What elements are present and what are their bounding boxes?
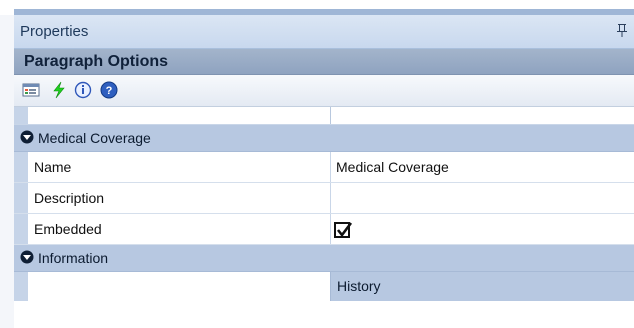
help-icon[interactable]: ? bbox=[100, 81, 118, 99]
properties-toolbar: ? bbox=[14, 75, 634, 107]
property-row-description[interactable]: Description bbox=[14, 183, 634, 214]
property-grid: Medical Coverage Name Medical Coverage D… bbox=[14, 107, 634, 301]
category-label: Information bbox=[38, 250, 109, 266]
pin-icon[interactable] bbox=[616, 23, 628, 40]
property-name: Description bbox=[34, 190, 105, 206]
top-strip bbox=[0, 0, 634, 15]
column-divider[interactable] bbox=[330, 107, 331, 124]
object-header: Paragraph Options bbox=[14, 49, 634, 75]
property-name: Name bbox=[34, 159, 72, 175]
property-value[interactable]: Medical Coverage bbox=[336, 159, 449, 175]
history-subcategory[interactable]: History bbox=[330, 272, 634, 301]
category-medical-coverage[interactable]: Medical Coverage bbox=[14, 125, 634, 152]
properties-icon[interactable] bbox=[22, 81, 40, 99]
object-title: Paragraph Options bbox=[24, 53, 169, 70]
property-row-embedded[interactable]: Embedded bbox=[14, 214, 634, 245]
column-divider[interactable] bbox=[330, 183, 331, 213]
history-label: History bbox=[337, 278, 381, 294]
property-row-history[interactable]: History bbox=[14, 272, 634, 301]
row-margin bbox=[14, 183, 28, 213]
properties-panel: Properties Paragraph Options ? Medical C… bbox=[14, 15, 634, 328]
property-row-name[interactable]: Name Medical Coverage bbox=[14, 152, 634, 183]
row-margin bbox=[14, 214, 28, 244]
collapse-triangle-icon[interactable] bbox=[20, 130, 34, 144]
category-label: Medical Coverage bbox=[38, 130, 151, 146]
events-lightning-icon[interactable] bbox=[50, 81, 68, 99]
panel-title: Properties bbox=[20, 23, 89, 40]
category-information[interactable]: Information bbox=[14, 245, 634, 272]
row-margin bbox=[14, 272, 28, 301]
embedded-checkbox[interactable] bbox=[334, 222, 353, 238]
grid-spacer-row bbox=[14, 107, 634, 125]
left-gutter bbox=[0, 15, 14, 328]
panel-titlebar: Properties bbox=[14, 15, 634, 49]
column-divider[interactable] bbox=[330, 152, 331, 182]
row-margin bbox=[14, 152, 28, 182]
row-margin bbox=[14, 107, 28, 124]
column-divider[interactable] bbox=[330, 214, 331, 244]
collapse-triangle-icon[interactable] bbox=[20, 250, 34, 264]
info-icon[interactable] bbox=[74, 81, 92, 99]
property-name: Embedded bbox=[34, 221, 102, 237]
svg-text:?: ? bbox=[106, 85, 113, 97]
checkmark-icon bbox=[336, 222, 353, 238]
